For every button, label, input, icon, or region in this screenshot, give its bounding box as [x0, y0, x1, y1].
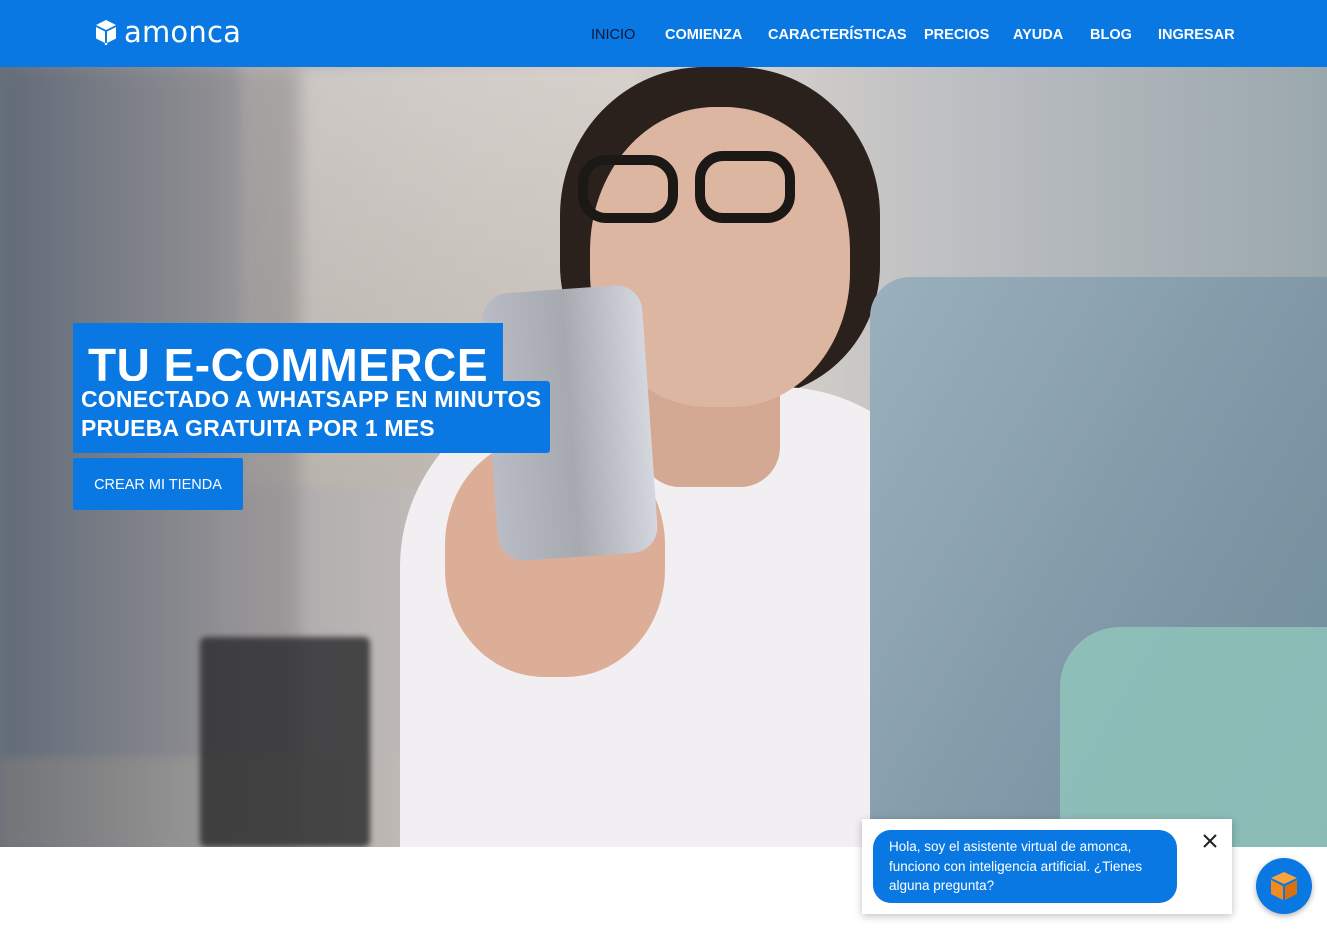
nav-item-precios[interactable]: PRECIOS	[924, 26, 989, 44]
nav-item-caracteristicas[interactable]: CARACTERÍSTICAS	[768, 26, 907, 44]
chat-popup: Hola, soy el asistente virtual de amonca…	[862, 819, 1232, 914]
create-store-button[interactable]: CREAR MI TIENDA	[73, 458, 243, 510]
hero-pen-cup	[200, 637, 370, 847]
hero-headline-box: TU E-COMMERCE	[73, 323, 503, 391]
top-navbar: amonca INICIO COMIENZA CARACTERÍSTICAS P…	[0, 0, 1327, 67]
hero-section	[0, 67, 1327, 847]
hero-subheadline-box: CONECTADO A WHATSAPP EN MINUTOS PRUEBA G…	[73, 381, 550, 453]
chat-message: Hola, soy el asistente virtual de amonca…	[873, 830, 1177, 903]
hero-subline-2: PRUEBA GRATUITA POR 1 MES	[81, 415, 435, 441]
main-nav: INICIO COMIENZA CARACTERÍSTICAS PRECIOS …	[0, 0, 1327, 67]
nav-item-blog[interactable]: BLOG	[1090, 26, 1132, 44]
hero-glasses-right	[695, 151, 795, 223]
nav-item-inicio[interactable]: INICIO	[591, 26, 635, 44]
nav-item-comienza[interactable]: COMIENZA	[665, 26, 742, 44]
close-icon[interactable]	[1201, 832, 1219, 850]
hero-glasses-left	[578, 155, 678, 223]
chat-launcher-button[interactable]	[1256, 858, 1312, 914]
hero-pillow	[1060, 627, 1327, 847]
nav-item-ingresar[interactable]: INGRESAR	[1158, 26, 1235, 44]
cube-icon	[1271, 872, 1297, 900]
hero-subline-1: CONECTADO A WHATSAPP EN MINUTOS	[81, 386, 542, 412]
nav-item-ayuda[interactable]: AYUDA	[1013, 26, 1063, 44]
